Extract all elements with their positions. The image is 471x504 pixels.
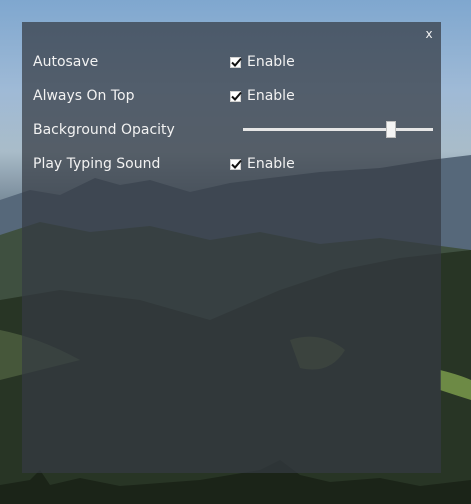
setting-row-play-typing-sound: Play Typing Sound Enable [33, 152, 441, 176]
close-button[interactable]: x [421, 25, 437, 43]
checkmark-icon [231, 159, 242, 169]
setting-row-always-on-top: Always On Top Enable [33, 84, 441, 108]
slider-track[interactable] [243, 128, 433, 131]
autosave-checkbox-control[interactable]: Enable [230, 54, 295, 70]
checkmark-icon [231, 91, 242, 101]
setting-row-background-opacity: Background Opacity [33, 118, 441, 142]
play-typing-sound-checkbox[interactable] [230, 158, 242, 170]
checkmark-icon [231, 57, 242, 67]
settings-panel: x Autosave Enable Always On Top Enable B… [22, 22, 441, 473]
background-opacity-slider[interactable] [243, 121, 433, 139]
always-on-top-checkbox-control[interactable]: Enable [230, 88, 295, 104]
setting-row-autosave: Autosave Enable [33, 50, 441, 74]
enable-label: Enable [247, 54, 295, 70]
slider-thumb[interactable] [386, 121, 397, 138]
always-on-top-checkbox[interactable] [230, 90, 242, 102]
enable-label: Enable [247, 156, 295, 172]
enable-label: Enable [247, 88, 295, 104]
setting-label: Always On Top [33, 88, 135, 104]
setting-label: Autosave [33, 54, 99, 70]
autosave-checkbox[interactable] [230, 56, 242, 68]
play-typing-sound-checkbox-control[interactable]: Enable [230, 156, 295, 172]
setting-label: Background Opacity [33, 122, 175, 138]
setting-label: Play Typing Sound [33, 156, 161, 172]
